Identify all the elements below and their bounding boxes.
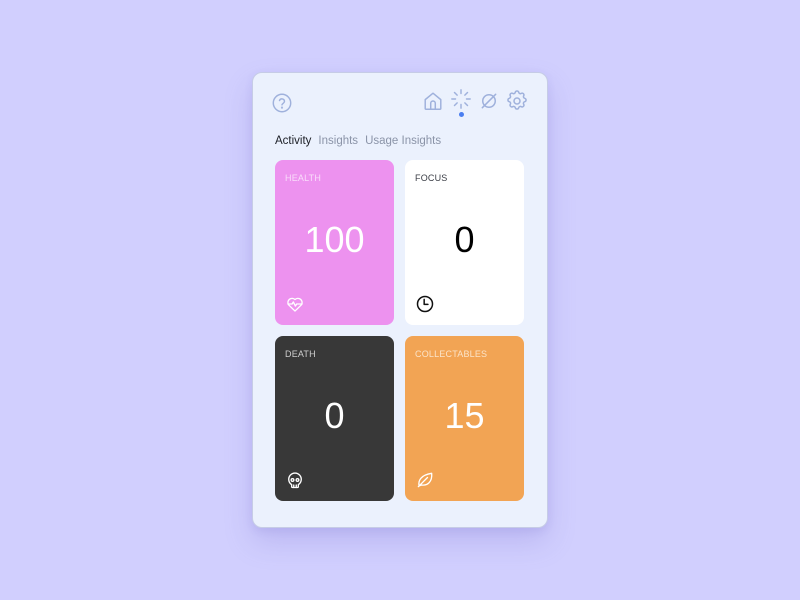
leaf-icon [417, 472, 433, 488]
card-label: FOCUS [415, 173, 448, 183]
card-value: 0 [324, 395, 345, 436]
card-label: DEATH [285, 349, 316, 359]
skull-icon [288, 472, 302, 489]
null-icon [481, 93, 497, 109]
active-nav-indicator [459, 112, 464, 117]
collectables-card[interactable]: COLLECTABLES 15 [405, 336, 524, 501]
clock-icon [416, 295, 434, 313]
tab-activity[interactable]: Activity [275, 135, 311, 147]
tab-insights[interactable]: Insights [318, 135, 358, 147]
card-value: 0 [454, 219, 475, 260]
nav-settings-button[interactable] [505, 89, 529, 113]
card-value: 15 [444, 395, 485, 436]
nav-home-button[interactable] [422, 90, 444, 112]
tab-bar: Activity Insights Usage Insights [275, 135, 441, 147]
heart-pulse-icon [287, 297, 303, 312]
help-circle-icon [272, 93, 292, 113]
focus-card[interactable]: FOCUS 0 [405, 160, 524, 325]
home-icon [424, 92, 442, 110]
loader-icon [451, 89, 471, 109]
gear-icon [507, 90, 527, 110]
health-card[interactable]: HEALTH 100 [275, 160, 394, 325]
stats-panel: Activity Insights Usage Insights HEALTH … [252, 72, 548, 528]
card-value: 100 [304, 219, 365, 260]
death-card[interactable]: DEATH 0 [275, 336, 394, 501]
card-label: HEALTH [285, 173, 322, 183]
card-label: COLLECTABLES [415, 349, 488, 359]
tab-usage-insights[interactable]: Usage Insights [365, 135, 441, 147]
help-button[interactable] [271, 92, 293, 114]
nav-null-button[interactable] [478, 90, 500, 112]
nav-loader-button[interactable] [450, 88, 472, 110]
